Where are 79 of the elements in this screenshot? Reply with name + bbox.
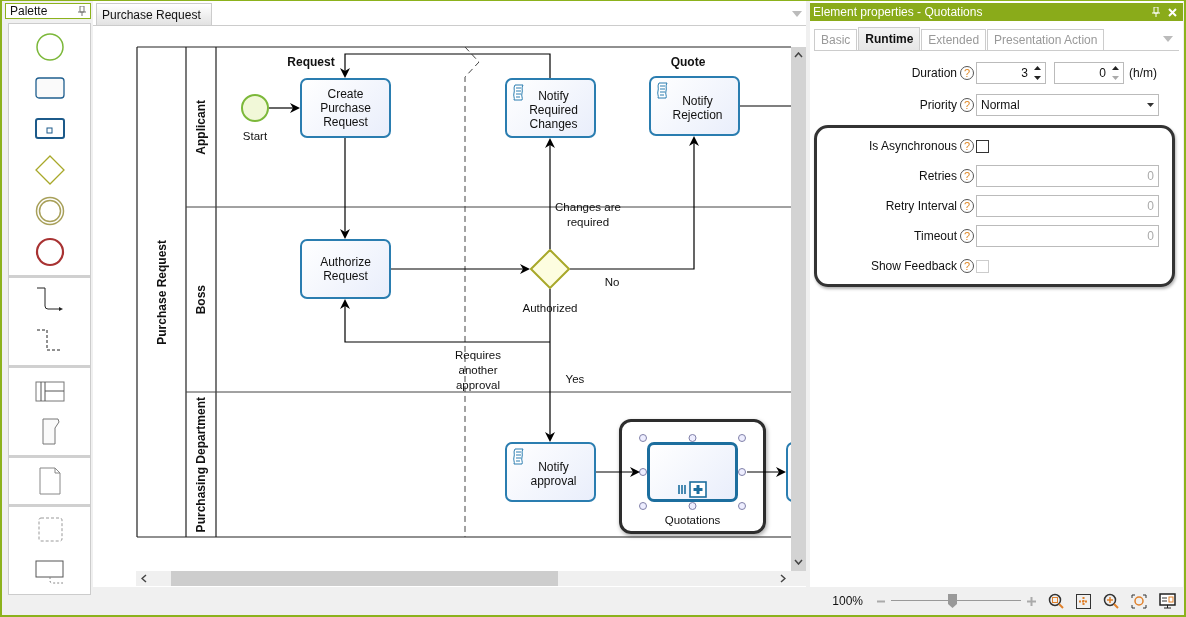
start-event-icon[interactable]	[34, 32, 65, 62]
presentation-icon[interactable]	[1159, 593, 1176, 609]
subprocess-label: Quotations	[663, 513, 722, 527]
flow-label: No	[603, 275, 621, 290]
scroll-left-icon[interactable]	[141, 574, 147, 583]
scroll-up-icon[interactable]	[794, 52, 803, 58]
zoom-area-icon[interactable]	[1131, 593, 1147, 609]
slider-thumb[interactable]	[948, 594, 958, 608]
unit-label: (h/m)	[1129, 66, 1157, 80]
script-icon	[513, 84, 524, 101]
task-label: Authorize Request	[319, 255, 372, 283]
flow-label: Requires another approval	[454, 348, 502, 393]
flow-label: Changes are required	[554, 200, 622, 230]
properties-tab[interactable]: Extended	[921, 29, 987, 50]
sequence-flow[interactable]	[595, 467, 640, 477]
gateway[interactable]	[530, 249, 570, 289]
phase-label: Quote	[669, 55, 707, 69]
lane-label: Purchasing Department	[194, 396, 208, 533]
properties-tab[interactable]: Presentation Action	[987, 29, 1105, 50]
properties-tab[interactable]: Runtime	[858, 27, 921, 50]
pin-icon[interactable]	[78, 6, 86, 16]
task[interactable]: Notify approval	[505, 442, 596, 502]
checkbox[interactable]	[976, 139, 989, 153]
dropdown-caret-icon	[1147, 103, 1154, 107]
field-label: Timeout	[913, 229, 957, 243]
task-label: Notify Rejection	[671, 94, 724, 122]
zoom-slider[interactable]	[891, 596, 1021, 606]
task-label: Notify approval	[529, 460, 578, 488]
field-label: Retry Interval	[884, 199, 957, 213]
field-label: Show Feedback	[869, 259, 957, 273]
subprocess-marker-icon	[677, 481, 708, 498]
selection-handles-drawing[interactable]	[639, 434, 746, 510]
lane-label: Applicant	[194, 99, 208, 155]
pool-label: Purchase Request	[154, 239, 169, 345]
zoom-level: 100%	[832, 594, 863, 608]
field-label: Duration	[910, 66, 957, 80]
zoom-in-icon[interactable]	[1103, 593, 1119, 609]
event-label: Start	[241, 129, 269, 143]
end-event-icon[interactable]	[34, 237, 65, 267]
sequence-flow[interactable]	[390, 264, 530, 274]
properties-tab[interactable]: Basic	[814, 29, 858, 50]
document-tab[interactable]: Purchase Request	[96, 3, 212, 25]
scroll-down-icon[interactable]	[794, 559, 803, 565]
field-label: Retries	[918, 169, 957, 183]
flow-label: Yes	[564, 372, 586, 387]
sequence-flow[interactable]	[746, 467, 786, 477]
spin-arrows-icon[interactable]	[1112, 65, 1119, 81]
close-icon[interactable]	[1168, 7, 1177, 17]
gateway-icon[interactable]	[34, 155, 65, 185]
priority-dropdown[interactable]: Normal	[976, 94, 1159, 116]
script-icon	[657, 82, 668, 99]
start-event[interactable]	[241, 94, 269, 122]
zoom-out-icon[interactable]	[877, 599, 885, 603]
task[interactable]: Notify Rejection	[649, 76, 740, 136]
subprocess[interactable]	[647, 442, 738, 502]
phase-label: Request	[286, 55, 336, 69]
task[interactable]: Notify Required Changes	[505, 78, 596, 138]
task-label: Create Purchase Request	[319, 87, 372, 129]
task-label: Notify Required Changes	[528, 89, 579, 131]
palette-title: Palette	[10, 4, 48, 18]
vertical-scrollbar[interactable]	[791, 47, 806, 571]
script-icon	[513, 448, 524, 465]
task[interactable]: Create Purchase Request	[300, 78, 391, 138]
hours-spinner[interactable]: 3	[976, 62, 1046, 84]
field-label: Priority	[918, 98, 957, 112]
panel-title: Element properties - Quotations	[813, 5, 983, 19]
field-label: Is Asynchronous	[867, 139, 957, 153]
sequence-flow[interactable]	[545, 138, 555, 250]
sequence-flow[interactable]	[268, 103, 300, 113]
sequence-flow[interactable]	[340, 137, 350, 239]
center-icon[interactable]	[1076, 593, 1091, 609]
zoom-to-fit-icon[interactable]	[1048, 593, 1064, 609]
horizontal-scrollbar[interactable]	[136, 571, 806, 586]
task[interactable]: Authorize Request	[300, 239, 391, 299]
spin-arrows-icon[interactable]	[1034, 65, 1041, 81]
intermediate-event-icon[interactable]	[34, 196, 65, 226]
minutes-spinner[interactable]: 0	[1054, 62, 1124, 84]
lane-label: Boss	[194, 284, 208, 315]
scroll-right-icon[interactable]	[780, 574, 786, 583]
